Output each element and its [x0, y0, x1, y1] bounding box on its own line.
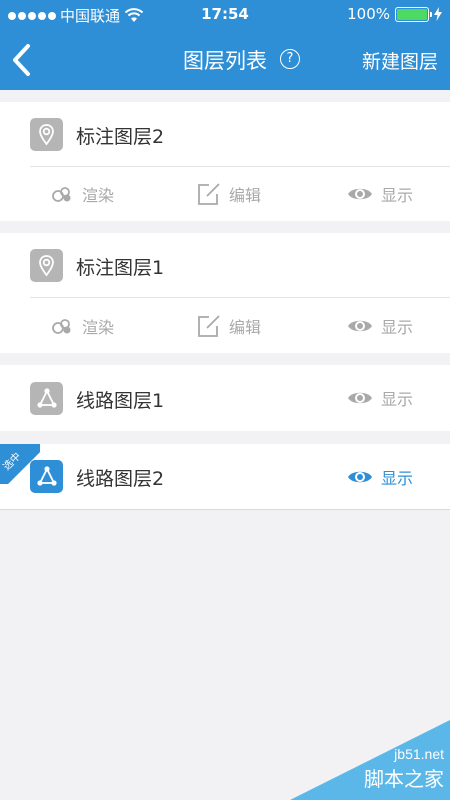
- render-button[interactable]: 渲染: [50, 314, 114, 338]
- show-label: 显示: [381, 390, 414, 409]
- layer-card: 线路图层1 显示: [0, 365, 450, 431]
- edit-icon: [198, 315, 220, 337]
- render-label: 渲染: [82, 186, 115, 205]
- layer-row[interactable]: 标注图层1: [0, 233, 450, 297]
- render-button[interactable]: 渲染: [50, 182, 114, 206]
- new-layer-button[interactable]: 新建图层: [362, 47, 438, 74]
- show-toggle[interactable]: 显示: [347, 386, 413, 410]
- show-label: 显示: [381, 469, 414, 488]
- status-bar: 中国联通 17:54 100%: [0, 0, 450, 30]
- eye-icon: [348, 392, 372, 404]
- edit-button[interactable]: 编辑: [197, 182, 261, 206]
- show-toggle[interactable]: 显示: [347, 465, 413, 489]
- pin-icon: [30, 118, 63, 151]
- route-icon: [30, 460, 63, 493]
- nav-bar: 图层列表 ? 新建图层: [0, 30, 450, 90]
- render-label: 渲染: [82, 318, 115, 337]
- edit-label: 编辑: [229, 318, 262, 337]
- edit-button[interactable]: 编辑: [197, 314, 261, 338]
- layer-card: 标注图层2 渲染 编辑 显示: [0, 102, 450, 221]
- divider: [0, 509, 450, 510]
- layer-name: 线路图层2: [76, 468, 165, 490]
- layer-name: 标注图层2: [76, 126, 165, 148]
- watermark: jb51.net 脚本之家: [290, 720, 450, 800]
- show-toggle[interactable]: 显示: [347, 314, 413, 338]
- show-toggle[interactable]: 显示: [347, 182, 413, 206]
- render-icon: [52, 187, 71, 202]
- eye-icon: [348, 188, 372, 200]
- pin-icon: [30, 249, 63, 282]
- charging-bolt-icon: [434, 7, 442, 21]
- show-label: 显示: [381, 186, 414, 205]
- edit-label: 编辑: [229, 186, 262, 205]
- eye-icon: [348, 320, 372, 332]
- layer-card-selected: 选中 线路图层2 显示: [0, 444, 450, 509]
- render-icon: [52, 319, 71, 334]
- edit-icon: [198, 183, 220, 205]
- route-icon: [30, 382, 63, 415]
- divider: [30, 297, 450, 298]
- divider: [30, 166, 450, 167]
- layer-card: 标注图层1 渲染 编辑 显示: [0, 233, 450, 353]
- help-icon[interactable]: ?: [280, 49, 300, 69]
- top-bar: 中国联通 17:54 100% 图层列表 ? 新建图层: [0, 0, 450, 90]
- layer-name: 标注图层1: [76, 257, 165, 279]
- show-label: 显示: [381, 318, 414, 337]
- battery-icon: [395, 6, 432, 22]
- battery-percent: 100%: [347, 5, 390, 23]
- eye-icon: [348, 471, 372, 483]
- layer-row[interactable]: 标注图层2: [0, 102, 450, 166]
- watermark-site: jb51.net: [394, 746, 444, 762]
- layer-name: 线路图层1: [76, 390, 165, 412]
- watermark-brand: 脚本之家: [364, 767, 444, 791]
